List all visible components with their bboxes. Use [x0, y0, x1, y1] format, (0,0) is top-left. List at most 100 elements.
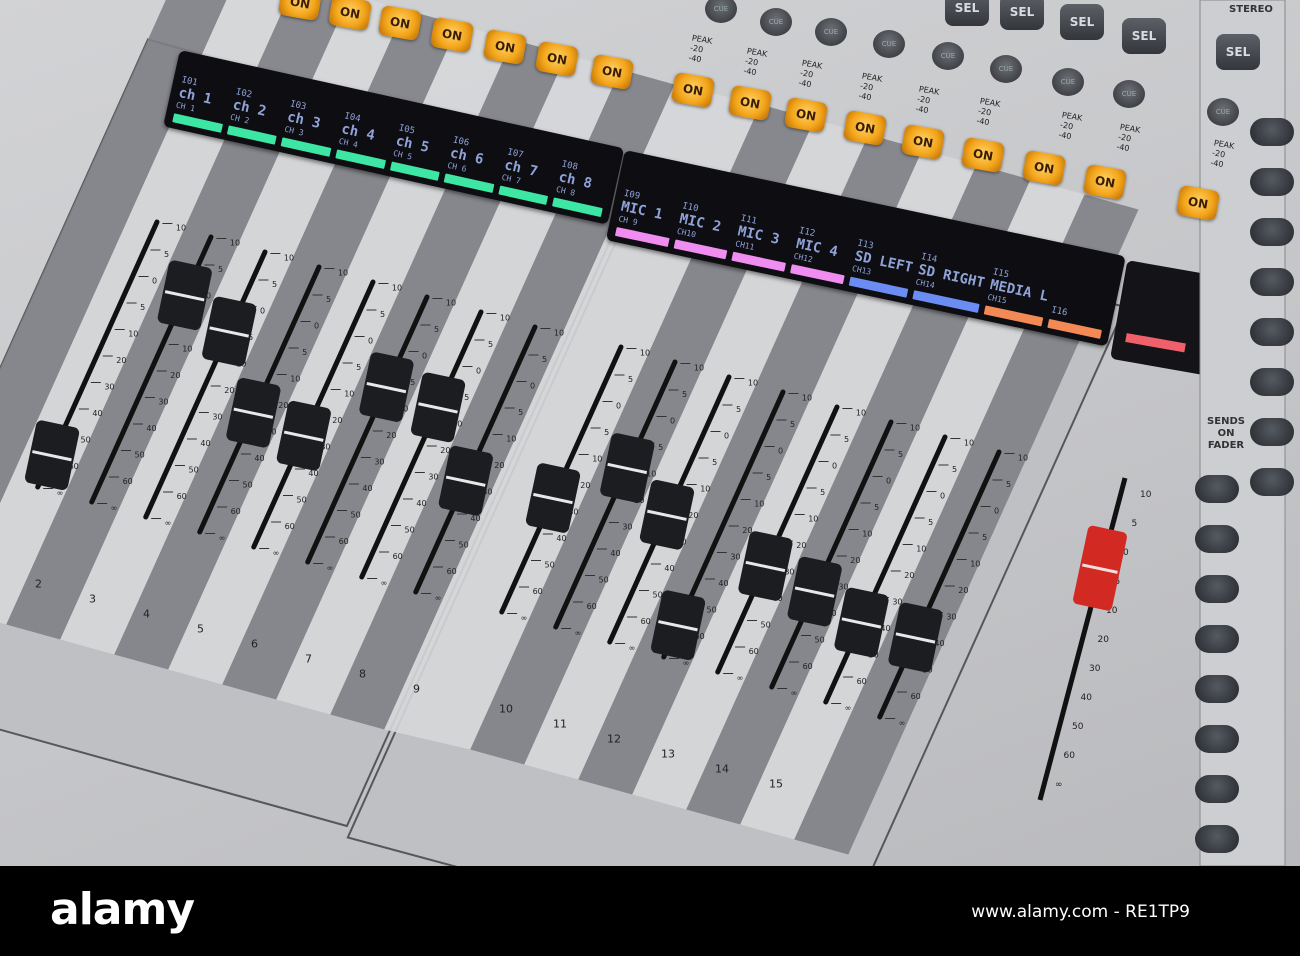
stereo-scale-label: 50	[1072, 722, 1084, 732]
scale-label: 10	[500, 313, 510, 322]
scale-label: 5	[356, 363, 361, 372]
stereo-scale-label: ∞	[1055, 780, 1063, 790]
scale-label: 10	[176, 223, 186, 232]
lcd-channel: I04 ch 4 CH 4	[335, 94, 398, 169]
aux-send-button[interactable]	[1195, 825, 1239, 853]
cue-button[interactable]: CUE	[1052, 68, 1084, 96]
scale-label: 5	[682, 390, 687, 399]
aux-send-button[interactable]	[1195, 625, 1239, 653]
scale-label: 10	[128, 329, 138, 338]
lcd-channel: I02 ch 2 CH 2	[226, 70, 290, 145]
scale-label: 5	[164, 250, 169, 259]
cue-button[interactable]: CUE	[1113, 80, 1145, 108]
scale-label: 10	[506, 434, 516, 443]
scale-label: 40	[416, 499, 426, 508]
scale-label: 5	[380, 310, 385, 319]
scale-label: 20	[170, 371, 180, 380]
function-button[interactable]	[1250, 468, 1294, 496]
scale-label: 5	[712, 458, 717, 467]
strip-number: 7	[305, 653, 312, 666]
scale-label: 5	[628, 375, 633, 384]
scale-label: 10	[700, 484, 710, 493]
aux-send-button[interactable]	[1195, 675, 1239, 703]
scale-label: 5	[874, 503, 879, 512]
scale-label: 0	[476, 366, 481, 375]
mixing-console: 10505102030405060∞10505102030405060∞1050…	[0, 0, 1300, 866]
scale-label: 50	[761, 620, 771, 629]
scale-label: 0	[994, 506, 999, 515]
scale-label: 5	[434, 325, 439, 334]
lcd-channel: I10 MIC 2 CH10	[673, 170, 742, 260]
scale-label: 10	[592, 454, 602, 463]
strip-number: 6	[251, 638, 258, 651]
cue-button[interactable]: CUE	[760, 8, 792, 36]
lcd-channel: I11 MIC 3 CH11	[731, 182, 801, 272]
scale-label: 5	[464, 393, 469, 402]
scale-label: 10	[916, 544, 926, 553]
lcd-channel: I07 ch 7 CH 7	[498, 130, 561, 206]
sel-button[interactable]: SEL	[1000, 0, 1044, 30]
cue-button[interactable]: CUE	[932, 42, 964, 70]
scale-label: 40	[200, 439, 210, 448]
scale-label: 5	[736, 405, 741, 414]
sel-button[interactable]: SEL	[1216, 34, 1260, 70]
cue-button[interactable]: CUE	[990, 55, 1022, 83]
scale-label: 0	[314, 321, 319, 330]
scale-label: 10	[1018, 453, 1028, 462]
aux-send-button[interactable]	[1195, 475, 1239, 503]
strip-number: 14	[715, 763, 729, 776]
lcd-channel: I15 MEDIA L CH15	[983, 236, 1058, 327]
scale-label: 50	[351, 510, 361, 519]
scale-label: 30	[946, 612, 956, 621]
scale-label: 60	[393, 552, 403, 561]
watermark-bar: alamy www.alamy.com - RE1TP9	[0, 866, 1300, 956]
scale-label: 30	[428, 472, 438, 481]
scale-label: 10	[694, 363, 704, 372]
scale-label: 60	[911, 692, 921, 701]
scale-label: ∞	[845, 703, 852, 712]
scale-label: 0	[832, 461, 837, 470]
scale-label: 30	[104, 382, 114, 391]
scale-label: 5	[790, 420, 795, 429]
sel-button[interactable]: SEL	[1060, 4, 1104, 40]
function-button[interactable]	[1250, 318, 1294, 346]
scale-label: 0	[778, 446, 783, 455]
scale-label: 5	[326, 295, 331, 304]
scale-label: 5	[820, 488, 825, 497]
cue-button[interactable]: CUE	[815, 18, 847, 46]
scale-label: 20	[332, 416, 342, 425]
aux-send-button[interactable]	[1195, 575, 1239, 603]
scale-label: 5	[658, 443, 663, 452]
cue-button[interactable]: CUE	[1207, 98, 1239, 126]
scale-label: 60	[587, 602, 597, 611]
function-button[interactable]	[1250, 168, 1294, 196]
scale-label: 0	[260, 306, 265, 315]
lcd-channel: I09 MIC 1 CH 9	[614, 158, 684, 247]
function-button[interactable]	[1250, 368, 1294, 396]
scale-label: 40	[146, 424, 156, 433]
cue-button[interactable]: CUE	[873, 30, 905, 58]
function-button[interactable]	[1250, 218, 1294, 246]
scale-label: 60	[533, 587, 543, 596]
scale-label: 30	[622, 522, 632, 531]
scale-label: 10	[554, 328, 564, 337]
function-button[interactable]	[1250, 418, 1294, 446]
scale-label: 10	[344, 389, 354, 398]
scale-label: 40	[254, 454, 264, 463]
lcd-channel: I05 ch 5 CH 5	[389, 106, 452, 181]
function-button[interactable]	[1250, 268, 1294, 296]
sel-button[interactable]: SEL	[945, 0, 989, 26]
scale-label: ∞	[219, 533, 226, 542]
sel-button[interactable]: SEL	[1122, 18, 1166, 54]
aux-send-button[interactable]	[1195, 725, 1239, 753]
aux-send-button[interactable]	[1195, 525, 1239, 553]
scale-label: 50	[545, 560, 555, 569]
aux-send-button[interactable]	[1195, 775, 1239, 803]
scale-label: 30	[374, 457, 384, 466]
scale-label: 50	[243, 480, 253, 489]
scale-label: ∞	[327, 563, 334, 572]
scale-label: 0	[940, 491, 945, 500]
scale-label: 10	[446, 298, 456, 307]
function-button[interactable]	[1250, 118, 1294, 146]
stereo-fader-cap[interactable]	[1072, 525, 1128, 612]
